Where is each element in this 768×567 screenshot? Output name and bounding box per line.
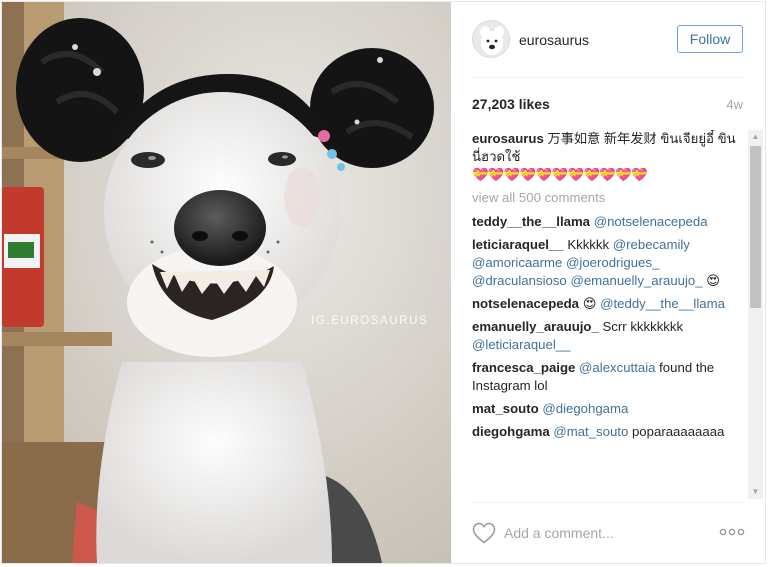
- instagram-post: IG.EUROSAURUS eurosaurus Follow 27,203 l…: [1, 1, 766, 564]
- header-divider: [472, 77, 745, 78]
- comment-row: teddy__the__llama @notselenacepeda: [472, 213, 737, 231]
- scroll-up-arrow-icon[interactable]: ▲: [748, 130, 763, 144]
- comment-row: diegohgama @mat_souto poparaaaaaaaa: [472, 423, 737, 441]
- view-all-comments-link[interactable]: view all 500 comments: [472, 189, 737, 207]
- comment-mention[interactable]: @alexcuttaia: [579, 360, 655, 375]
- comment-mention[interactable]: @amoricaarme: [472, 255, 562, 270]
- comment-mention[interactable]: @teddy__the__llama: [600, 296, 725, 311]
- avatar[interactable]: [472, 20, 510, 58]
- caption-hearts: 💝💝💝💝💝💝💝💝💝💝💝: [472, 167, 648, 182]
- caption: eurosaurus 万事如意 新年发财 ขินเจียยู่อี๋ ขินนี…: [472, 130, 737, 184]
- post-age[interactable]: 4w: [726, 97, 743, 112]
- comments-scrollbar[interactable]: ▲ ▼: [748, 130, 763, 499]
- caption-username[interactable]: eurosaurus: [472, 131, 544, 146]
- comment-mention[interactable]: @leticiaraquel__: [472, 337, 570, 352]
- comment-mention[interactable]: @diegohgama: [542, 401, 628, 416]
- post-photo[interactable]: IG.EUROSAURUS: [2, 2, 451, 563]
- comment-text: Kkkkkk: [567, 237, 613, 252]
- comment-username[interactable]: francesca_paige: [472, 360, 575, 375]
- ellipsis-icon[interactable]: [719, 524, 745, 540]
- add-comment-input[interactable]: [504, 520, 709, 546]
- post-side-panel: eurosaurus Follow 27,203 likes 4w eurosa…: [452, 2, 765, 563]
- header-username[interactable]: eurosaurus: [519, 32, 589, 48]
- comment-text: Scrr kkkkkkkk: [602, 319, 684, 334]
- dog-avatar-icon: [473, 21, 509, 57]
- post-footer: [452, 502, 765, 563]
- comment-text: poparaaaaaaaa: [628, 424, 725, 439]
- comment-username[interactable]: mat_souto: [472, 401, 539, 416]
- comment-username[interactable]: leticiaraquel__: [472, 237, 564, 252]
- comment-row: notselenacepeda 😍 @teddy__the__llama: [472, 295, 737, 313]
- scroll-thumb[interactable]: [750, 146, 761, 308]
- follow-button[interactable]: Follow: [677, 25, 743, 53]
- comment-mention[interactable]: @emanuelly_arauujo_: [570, 273, 702, 288]
- comment-username[interactable]: diegohgama: [472, 424, 550, 439]
- comment-mention[interactable]: @mat_souto: [553, 424, 628, 439]
- heart-outline-icon[interactable]: [472, 522, 496, 544]
- comment-mention[interactable]: @draculansioso: [472, 273, 567, 288]
- comments-list: eurosaurus 万事如意 新年发财 ขินเจียยู่อี๋ ขินนี…: [472, 130, 737, 499]
- like-count[interactable]: 27,203 likes: [472, 96, 550, 112]
- comment-username[interactable]: teddy__the__llama: [472, 214, 590, 229]
- comment-row: mat_souto @diegohgama: [472, 400, 737, 418]
- comment-mention[interactable]: @notselenacepeda: [594, 214, 708, 229]
- photo-watermark: IG.EUROSAURUS: [311, 315, 429, 327]
- comment-row: leticiaraquel__ Kkkkkk @rebecamily @amor…: [472, 236, 737, 290]
- dog-photo-illustration: [2, 2, 451, 563]
- comment-row: francesca_paige @alexcuttaia found the I…: [472, 359, 737, 395]
- comment-mention[interactable]: @rebecamily: [613, 237, 690, 252]
- comment-row: emanuelly_arauujo_ Scrr kkkkkkkk @letici…: [472, 318, 737, 354]
- comment-username[interactable]: emanuelly_arauujo_: [472, 319, 599, 334]
- comment-text: 😍: [702, 273, 721, 288]
- comment-mention[interactable]: @joerodrigues_: [566, 255, 659, 270]
- post-header: eurosaurus Follow: [452, 2, 765, 78]
- scroll-down-arrow-icon[interactable]: ▼: [748, 485, 763, 499]
- comment-text: 😍: [582, 296, 601, 311]
- comment-username[interactable]: notselenacepeda: [472, 296, 579, 311]
